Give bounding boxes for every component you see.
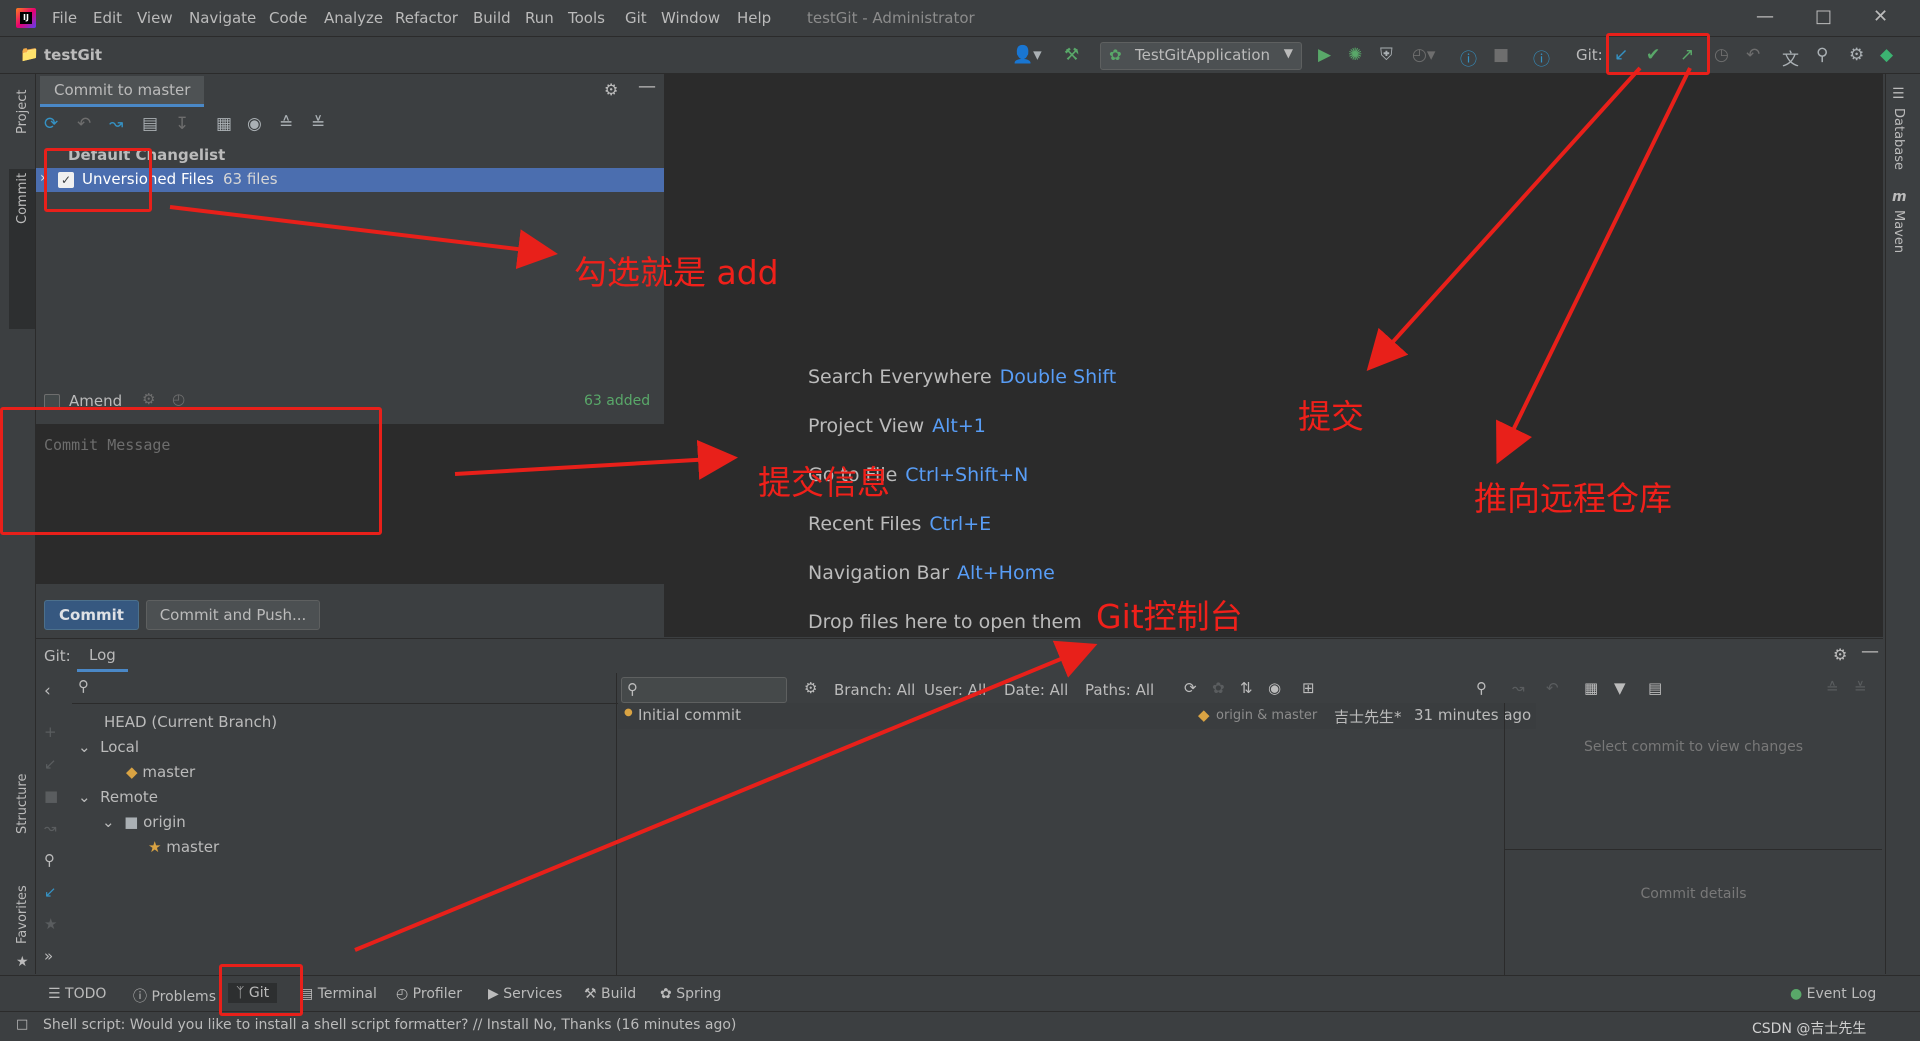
arrow-push-remote <box>1496 67 1692 465</box>
annotation-git-console: Git控制台 <box>1096 597 1243 636</box>
arrow-commit <box>1366 66 1642 371</box>
annotation-check-add: 勾选就是 add <box>574 253 779 292</box>
arrow-commit-message <box>454 439 738 480</box>
annotation-arrows <box>169 66 1692 952</box>
annotation-commit-message: 提交信息 <box>758 463 890 502</box>
annotation-push-remote: 推向远程仓库 <box>1474 479 1672 518</box>
arrow-check-add <box>169 205 558 270</box>
annotation-commit: 提交 <box>1298 397 1364 436</box>
arrow-git-console <box>354 640 1098 952</box>
